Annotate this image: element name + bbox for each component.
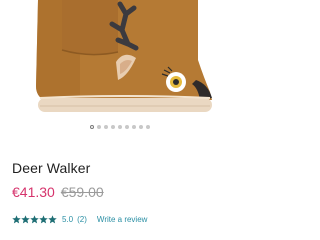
rating-count[interactable]: (2) — [77, 215, 87, 224]
carousel-dot[interactable] — [132, 125, 136, 129]
star-icon — [12, 214, 21, 223]
product-image[interactable] — [0, 0, 240, 124]
product-title: Deer Walker — [12, 160, 91, 176]
carousel-dot[interactable] — [146, 125, 150, 129]
write-review-link[interactable]: Write a review — [97, 215, 148, 224]
carousel-dot[interactable] — [125, 125, 129, 129]
carousel-indicator[interactable] — [0, 123, 240, 131]
star-icon — [48, 214, 57, 223]
price-row: €41.30 €59.00 — [12, 184, 104, 200]
rating-stars — [12, 214, 57, 224]
star-icon — [39, 214, 48, 223]
carousel-dot[interactable] — [111, 125, 115, 129]
carousel-dot[interactable] — [118, 125, 122, 129]
carousel-dot[interactable] — [97, 125, 101, 129]
carousel-dot[interactable] — [104, 125, 108, 129]
rating-value: 5.0 — [62, 214, 74, 224]
product-page: Deer Walker €41.30 €59.00 5.0 (2) Write a… — [0, 0, 240, 240]
original-price: €59.00 — [60, 184, 104, 200]
deer-boot-image — [36, 0, 212, 112]
sale-price: €41.30 — [12, 184, 55, 200]
carousel-dot[interactable] — [139, 125, 143, 129]
star-icon — [30, 214, 39, 223]
star-icon — [21, 214, 30, 223]
carousel-dot[interactable] — [90, 125, 94, 129]
rating-row: 5.0 (2) Write a review — [12, 213, 147, 225]
